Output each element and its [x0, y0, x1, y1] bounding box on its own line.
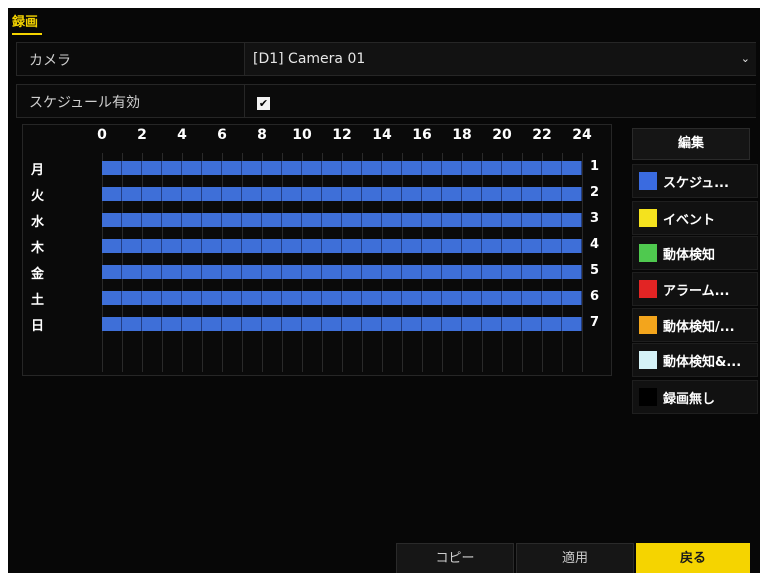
legend-swatch	[639, 209, 657, 227]
legend-label: スケジュ...	[663, 176, 729, 191]
hour-gridline	[182, 153, 183, 372]
schedule-grid[interactable]: 0 2 4 6 8 10 12 14 16 18 20 22 24 月 1 火 2 水 3 木 4 金 5 土 6 日 7	[22, 124, 612, 376]
schedule-enable-row: スケジュール有効 ✔	[16, 84, 756, 118]
hour-gridline	[362, 153, 363, 372]
hour-gridline	[422, 153, 423, 372]
hour-gridline	[322, 153, 323, 372]
recording-screen: 録画 カメラ [D1] Camera 01 ⌄ スケジュール有効 ✔ 02468…	[8, 8, 760, 573]
legend-label: イベント	[663, 213, 716, 228]
day-label: 月	[31, 163, 45, 178]
schedule-bar[interactable]	[102, 239, 582, 253]
schedule-enable-checkbox[interactable]: ✔	[257, 97, 270, 110]
day-label: 火	[31, 189, 45, 204]
legend-swatch	[639, 172, 657, 190]
edit-button[interactable]: 編集	[632, 128, 750, 160]
hour-tick-label: 24	[572, 127, 592, 143]
hour-tick-label: 14	[372, 127, 392, 143]
legend-item[interactable]: 録画無し	[632, 380, 758, 414]
hour-gridline	[102, 153, 103, 372]
schedule-bar[interactable]	[102, 265, 582, 279]
legend-label: 録画無し	[663, 392, 716, 407]
legend-label: 動体検知	[663, 248, 716, 263]
hour-gridline	[482, 153, 483, 372]
legend-item[interactable]: アラーム...	[632, 272, 758, 306]
hour-gridline	[582, 153, 583, 372]
hour-gridline	[202, 153, 203, 372]
day-row-number: 4	[590, 237, 600, 252]
legend-item[interactable]: 動体検知	[632, 236, 758, 270]
hour-gridline	[302, 153, 303, 372]
day-row-number: 2	[590, 185, 600, 200]
hour-gridline	[442, 153, 443, 372]
schedule-bar[interactable]	[102, 187, 582, 201]
hour-gridline	[382, 153, 383, 372]
camera-select[interactable]: [D1] Camera 01 ⌄	[244, 43, 756, 75]
chevron-down-icon: ⌄	[740, 52, 750, 65]
legend-label: アラーム...	[663, 284, 730, 299]
hour-gridline	[162, 153, 163, 372]
hour-gridline	[242, 153, 243, 372]
apply-button[interactable]: 適用	[516, 543, 634, 573]
day-label: 金	[31, 267, 45, 282]
hour-gridline	[462, 153, 463, 372]
day-row-number: 1	[590, 159, 600, 174]
hour-gridline	[122, 153, 123, 372]
back-button[interactable]: 戻る	[636, 543, 750, 573]
hour-tick-label: 16	[412, 127, 432, 143]
legend-item[interactable]: 動体検知/...	[632, 308, 758, 342]
schedule-bar[interactable]	[102, 161, 582, 175]
hour-gridline	[542, 153, 543, 372]
copy-button[interactable]: コピー	[396, 543, 514, 573]
legend-item[interactable]: 動体検知&...	[632, 343, 758, 377]
day-label: 木	[31, 241, 45, 256]
legend-swatch	[639, 388, 657, 406]
day-label: 水	[31, 215, 45, 230]
day-row-number: 5	[590, 263, 600, 278]
hour-tick-label: 10	[292, 127, 312, 143]
day-row-number: 6	[590, 289, 600, 304]
hour-tick-label: 8	[257, 127, 267, 143]
legend-swatch	[639, 316, 657, 334]
day-row-number: 7	[590, 315, 600, 330]
schedule-bar[interactable]	[102, 213, 582, 227]
day-label: 日	[31, 319, 45, 334]
hour-gridline	[522, 153, 523, 372]
schedule-enable-label: スケジュール有効	[29, 95, 141, 111]
legend-swatch	[639, 244, 657, 262]
camera-row: カメラ [D1] Camera 01 ⌄	[16, 42, 756, 76]
hour-tick-label: 4	[177, 127, 187, 143]
hour-tick-label: 0	[97, 127, 107, 143]
legend-swatch	[639, 280, 657, 298]
hour-gridline	[142, 153, 143, 372]
tab-recording[interactable]: 録画	[12, 11, 43, 35]
hour-tick-label: 2	[137, 127, 147, 143]
schedule-bar[interactable]	[102, 291, 582, 305]
day-label: 土	[31, 293, 45, 308]
hour-tick-label: 6	[217, 127, 227, 143]
legend-swatch	[639, 351, 657, 369]
legend-label: 動体検知/...	[663, 320, 735, 335]
hour-tick-label: 18	[452, 127, 472, 143]
hour-gridline	[282, 153, 283, 372]
hour-gridline	[562, 153, 563, 372]
legend-label: 動体検知&...	[663, 355, 742, 370]
hour-gridline	[342, 153, 343, 372]
hour-gridline	[222, 153, 223, 372]
hour-gridline	[502, 153, 503, 372]
legend-item[interactable]: イベント	[632, 201, 758, 235]
legend-item[interactable]: スケジュ...	[632, 164, 758, 198]
hour-tick-label: 22	[532, 127, 552, 143]
schedule-bar[interactable]	[102, 317, 582, 331]
camera-label: カメラ	[29, 53, 71, 69]
hour-gridline	[402, 153, 403, 372]
hour-tick-label: 20	[492, 127, 512, 143]
camera-value: [D1] Camera 01	[253, 51, 366, 67]
hour-gridline	[262, 153, 263, 372]
day-row-number: 3	[590, 211, 600, 226]
schedule-enable-field: ✔	[244, 85, 756, 117]
hour-tick-label: 12	[332, 127, 352, 143]
